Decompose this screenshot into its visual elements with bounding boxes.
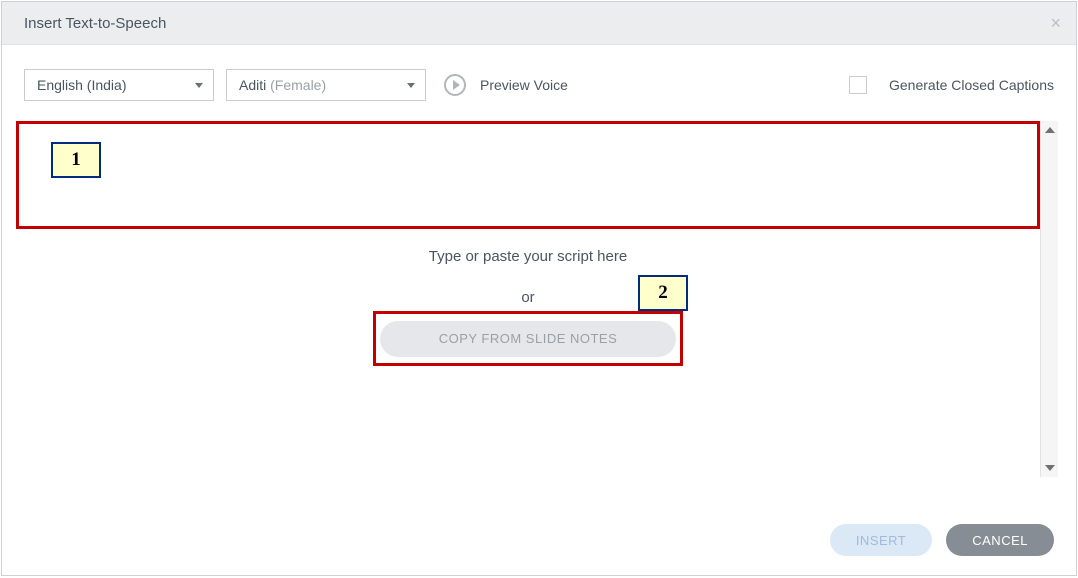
annotation-callout-1: 1 [51, 142, 101, 178]
or-label: or [16, 289, 1040, 306]
language-dropdown[interactable]: English (India) [24, 69, 214, 101]
chevron-down-icon [407, 83, 415, 88]
titlebar: Insert Text-to-Speech × [2, 2, 1076, 45]
closed-captions-checkbox[interactable] [849, 76, 867, 94]
closed-captions-label: Generate Closed Captions [889, 77, 1054, 93]
annotation-highlight-2: COPY FROM SLIDE NOTES [373, 311, 683, 366]
insert-button[interactable]: INSERT [830, 524, 932, 556]
copy-from-slide-notes-button[interactable]: COPY FROM SLIDE NOTES [380, 321, 676, 357]
chevron-down-icon [195, 83, 203, 88]
scrollbar[interactable] [1040, 121, 1058, 477]
close-icon[interactable]: × [1050, 14, 1061, 32]
voice-gender: (Female) [266, 77, 326, 93]
scroll-down-icon[interactable] [1041, 459, 1059, 477]
play-icon[interactable] [444, 74, 466, 96]
script-textarea[interactable]: 1 Type or paste your script here or 2 CO… [16, 121, 1040, 477]
play-triangle-icon [453, 80, 460, 90]
preview-voice-label[interactable]: Preview Voice [480, 77, 568, 93]
voice-selected: Aditi (Female) [239, 77, 326, 93]
voice-name: Aditi [239, 77, 266, 93]
script-placeholder: Type or paste your script here [16, 248, 1040, 265]
dialog-title: Insert Text-to-Speech [24, 15, 166, 32]
dialog-footer: INSERT CANCEL [2, 505, 1076, 575]
annotation-highlight-1: 1 [16, 121, 1040, 229]
script-area: 1 Type or paste your script here or 2 CO… [2, 101, 1076, 505]
language-selected: English (India) [37, 77, 127, 93]
cancel-button[interactable]: CANCEL [946, 524, 1054, 556]
voice-dropdown[interactable]: Aditi (Female) [226, 69, 426, 101]
tts-dialog: Insert Text-to-Speech × English (India) … [1, 1, 1077, 576]
script-textarea-wrap: 1 Type or paste your script here or 2 CO… [16, 121, 1058, 477]
options-bar: English (India) Aditi (Female) Preview V… [2, 45, 1076, 101]
annotation-callout-2: 2 [638, 275, 688, 311]
scroll-up-icon[interactable] [1041, 121, 1059, 139]
